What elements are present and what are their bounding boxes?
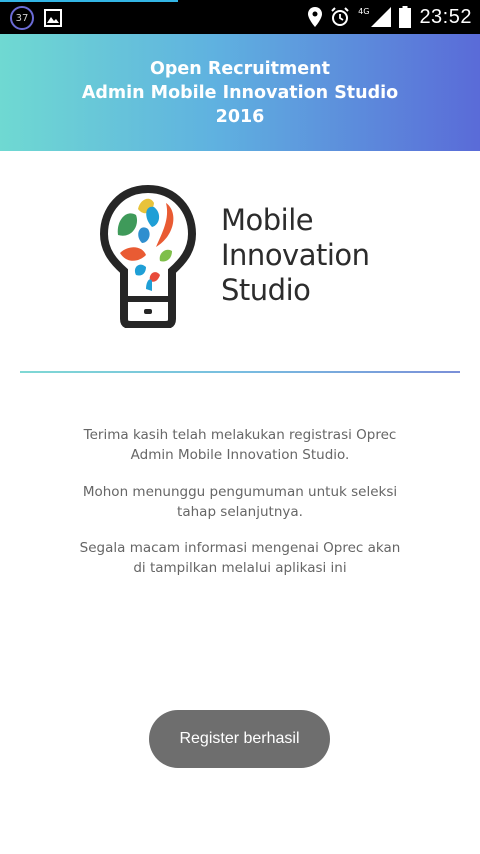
header-title-line1: Open Recruitment xyxy=(150,58,330,79)
logo-word-studio: Studio xyxy=(221,273,311,307)
logo-word-mobile: Mobile xyxy=(221,203,314,237)
message-line: Admin Mobile Innovation Studio. xyxy=(130,447,350,463)
message-line: Mohon menunggu pengumuman untuk seleksi xyxy=(82,484,398,500)
wait-announcement-message: Mohon menunggu pengumuman untuk seleksi … xyxy=(40,482,440,522)
clock-time: 23:52 xyxy=(419,5,472,28)
status-bar: 37 4G 23:52 xyxy=(0,0,480,34)
logo-word-innovation: Innovation xyxy=(221,238,370,272)
gallery-icon xyxy=(44,9,62,27)
location-icon xyxy=(308,7,323,27)
network-type-label: 4G xyxy=(358,6,370,16)
header-title-line2: Admin Mobile Innovation Studio xyxy=(81,82,399,103)
status-left-icons: 37 xyxy=(10,6,62,30)
register-success-toast: Register berhasil xyxy=(149,710,330,768)
header-banner: Open Recruitment Admin Mobile Innovation… xyxy=(0,34,480,151)
status-progress-line xyxy=(0,0,178,2)
message-line: di tampilkan melalui aplikasi ini xyxy=(133,560,347,576)
message-line: tahap selanjutnya. xyxy=(177,504,303,520)
info-message: Segala macam informasi mengenai Oprec ak… xyxy=(40,538,440,578)
thank-you-message: Terima kasih telah melakukan registrasi … xyxy=(40,425,440,465)
bulb-phone-logo-icon xyxy=(99,184,197,328)
status-right-icons: 4G 23:52 xyxy=(308,3,472,31)
studio-logo: Mobile Innovation Studio xyxy=(98,183,398,328)
signal-icon xyxy=(371,7,392,27)
notification-badge: 37 xyxy=(10,6,34,30)
alarm-icon xyxy=(331,7,349,26)
header-title-line3: 2016 xyxy=(215,106,265,127)
battery-icon xyxy=(399,6,412,28)
logo-wordmark: Mobile Innovation Studio xyxy=(221,203,370,308)
gradient-divider xyxy=(20,371,460,373)
message-line: Segala macam informasi mengenai Oprec ak… xyxy=(79,540,401,556)
message-line: Terima kasih telah melakukan registrasi … xyxy=(83,427,397,443)
